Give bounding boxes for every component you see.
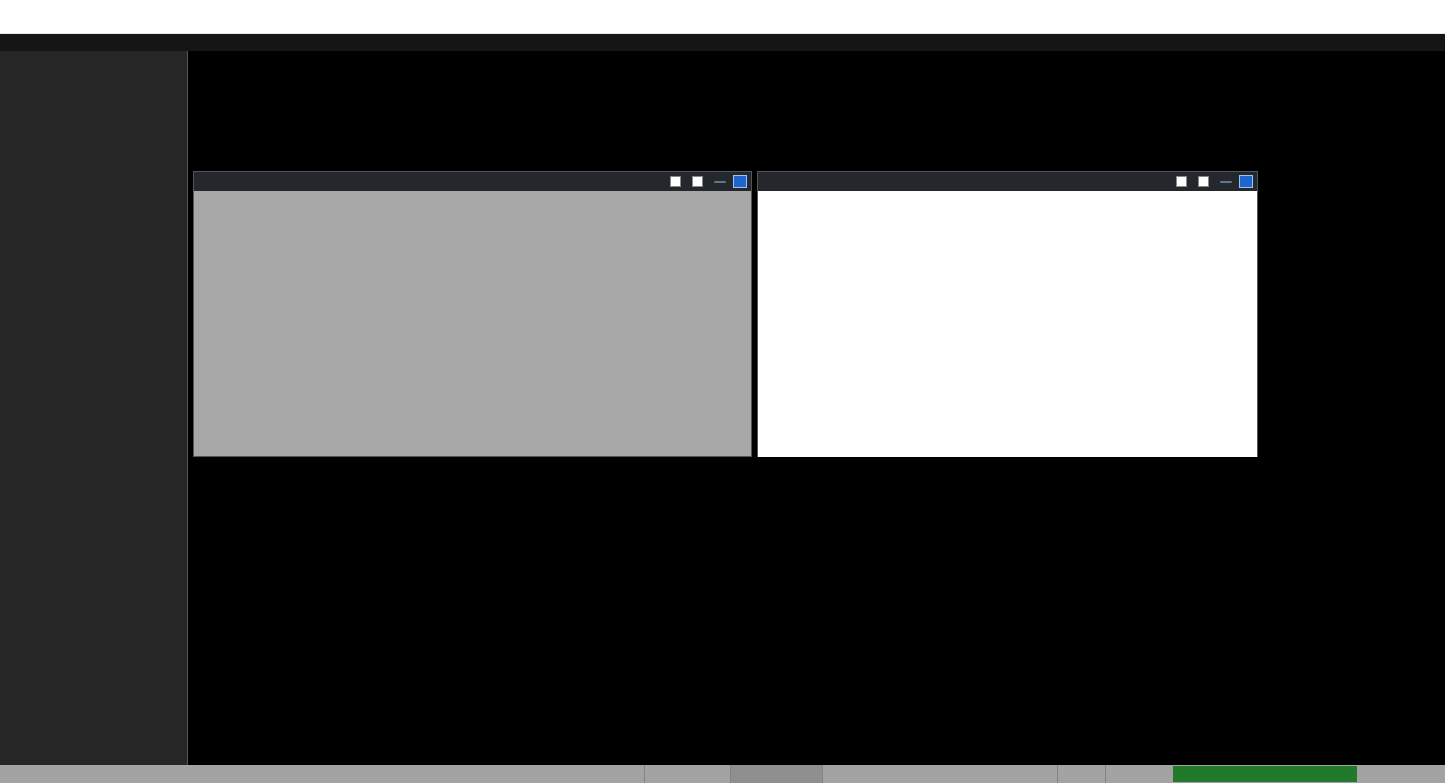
window-controls: [1331, 0, 1445, 17]
status-ecu: [822, 765, 1057, 783]
close-button[interactable]: [1407, 0, 1445, 17]
ve-surface-chart: [194, 191, 751, 456]
ve-saved-button[interactable]: [714, 181, 726, 183]
status-spacer: [1357, 765, 1365, 783]
ignition-saved-button[interactable]: [1220, 181, 1232, 183]
minimize-button[interactable]: [1331, 0, 1369, 17]
ve-window-titlebar[interactable]: [194, 172, 751, 191]
ignition-table: [758, 191, 1257, 457]
menu-bar: [0, 17, 1445, 34]
status-port: [1381, 765, 1445, 783]
ignition-window-titlebar[interactable]: [758, 172, 1257, 191]
ve-window-close-icon[interactable]: [733, 175, 747, 188]
app-window: [0, 0, 1445, 783]
status-logging-button[interactable]: [1057, 765, 1105, 783]
status-bar: [0, 765, 1445, 783]
connection-status-badge: [1173, 766, 1357, 782]
main-area: [189, 51, 1445, 765]
ignition-follow-checkbox[interactable]: [1176, 176, 1191, 187]
status-spacer: [1161, 765, 1173, 783]
ve-3d-checkbox[interactable]: [692, 176, 707, 187]
ignition-window-close-icon[interactable]: [1239, 175, 1253, 188]
status-segment-empty: [644, 765, 730, 783]
checkbox-icon: [670, 176, 681, 187]
checkbox-icon: [1176, 176, 1187, 187]
checkbox-icon: [1198, 176, 1209, 187]
ve-3d-plot[interactable]: [194, 191, 751, 456]
maximize-button[interactable]: [1369, 0, 1407, 17]
port-dropdown-arrow-icon[interactable]: [1365, 765, 1381, 783]
ignition-3d-checkbox[interactable]: [1198, 176, 1213, 187]
checkbox-checked-icon: [692, 176, 703, 187]
title-bar: [0, 0, 1445, 17]
ve-table-window: [193, 171, 752, 457]
sidebar-tree: [0, 51, 188, 765]
status-spacer: [0, 765, 644, 783]
ve-follow-checkbox[interactable]: [670, 176, 685, 187]
ignition-table-window: [757, 171, 1258, 457]
tab-bar: [0, 34, 1445, 51]
status-segment-empty: [730, 765, 822, 783]
status-autotune-button[interactable]: [1105, 765, 1161, 783]
